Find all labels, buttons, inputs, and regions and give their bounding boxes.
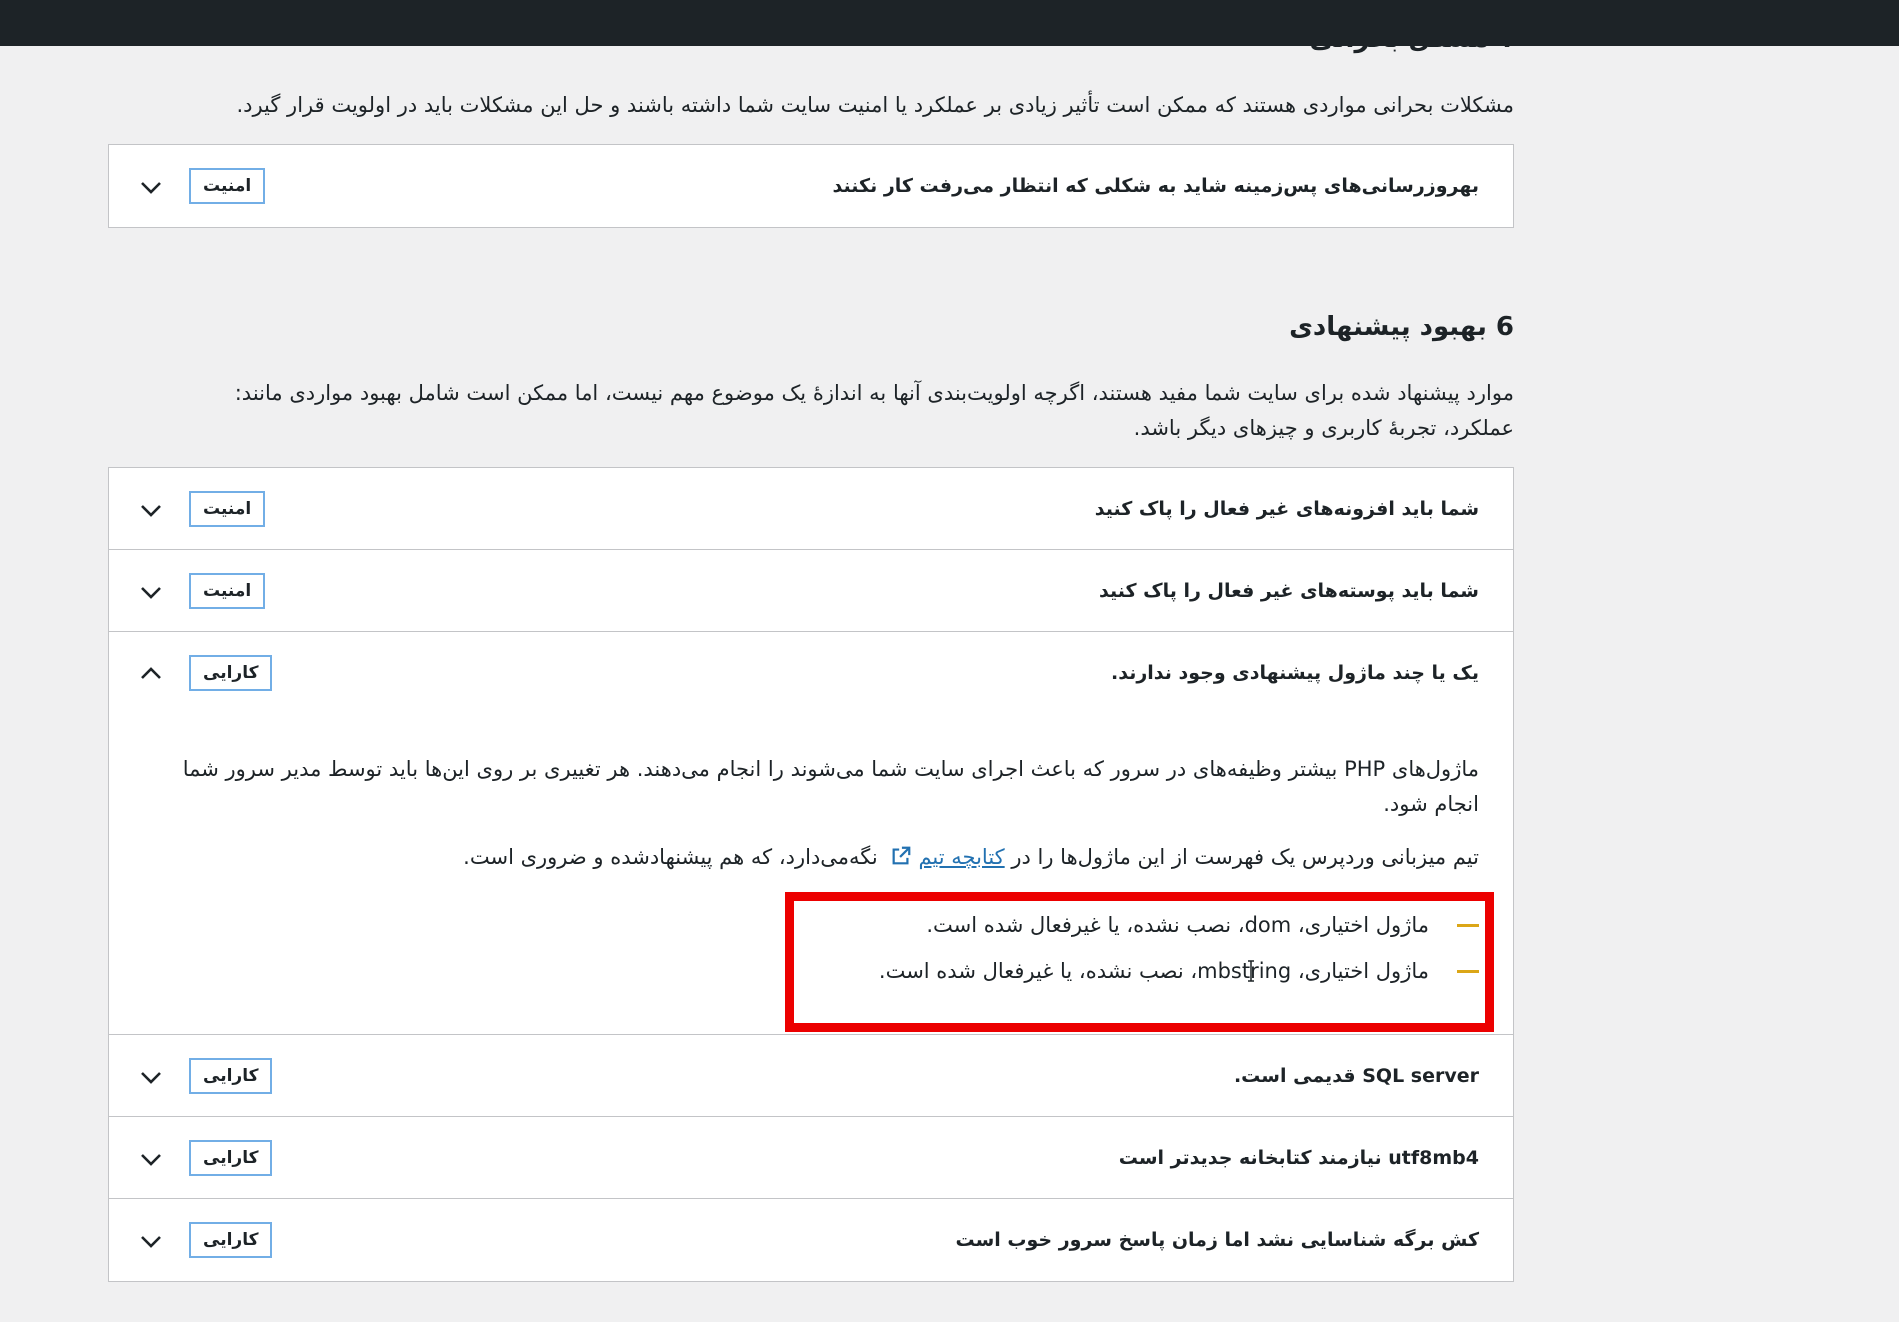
critical-issues-description: مشکلات بحرانی مواردی هستند که ممکن است ت… — [236, 93, 1514, 117]
recommended-improvements-title: 6 بهبود پیشنهادی — [1289, 312, 1514, 342]
issue-title: utf8mb4 نیازمند کتابخانه جدیدتر است — [1118, 1147, 1479, 1169]
badge-performance: کارایی — [189, 655, 273, 691]
badge-security: امنیت — [189, 491, 266, 527]
badge-performance: کارایی — [189, 1222, 273, 1258]
chevron-up-icon[interactable] — [139, 662, 163, 686]
missing-modules-details: ماژول‌های PHP بیشتر وظیفه‌های در سرور که… — [109, 714, 1513, 1035]
red-highlight-box — [785, 892, 1494, 1032]
handbook-paragraph: تیم میزبانی وردپرس یک فهرست از این ماژول… — [463, 845, 1479, 869]
critical-issues-heading: ۱ مشکل بحرانی — [1309, 46, 1514, 54]
issue-item-inactive-plugins[interactable]: شما باید افزونه‌های غیر فعال را پاک کنید… — [109, 468, 1513, 550]
badge-performance: کارایی — [189, 1058, 273, 1094]
badge-security: امنیت — [189, 168, 266, 204]
issue-title: یک یا چند ماژول پیشنهادی وجود ندارند. — [1111, 662, 1479, 684]
issue-title: بهروزرسانی‌های پس‌زمینه شاید به شکلی که … — [832, 175, 1479, 197]
issue-item-page-cache[interactable]: کش برگه شناسایی نشد اما زمان پاسخ سرور خ… — [109, 1199, 1513, 1281]
issue-item-background-updates[interactable]: بهروزرسانی‌های پس‌زمینه شاید به شکلی که … — [109, 145, 1513, 227]
issue-item-sql-server[interactable]: SQL server قدیمی است. کارایی — [109, 1035, 1513, 1117]
critical-heading-clip: ۱ مشکل بحرانی — [108, 46, 1514, 66]
text-cursor-icon — [1248, 960, 1254, 982]
admin-top-bar — [0, 0, 1899, 46]
chevron-down-icon[interactable] — [139, 580, 163, 604]
issue-title: شما باید پوسته‌های غیر فعال را پاک کنید — [1098, 580, 1479, 602]
chevron-down-icon[interactable] — [139, 175, 163, 199]
issue-title: شما باید افزونه‌های غیر فعال را پاک کنید — [1094, 498, 1479, 520]
critical-issues-list: بهروزرسانی‌های پس‌زمینه شاید به شکلی که … — [108, 144, 1514, 228]
issue-item-inactive-themes[interactable]: شما باید پوسته‌های غیر فعال را پاک کنید … — [109, 550, 1513, 632]
issue-item-utf8mb4[interactable]: utf8mb4 نیازمند کتابخانه جدیدتر است کارا… — [109, 1117, 1513, 1199]
chevron-down-icon[interactable] — [139, 1065, 163, 1089]
modules-paragraph: ماژول‌های PHP بیشتر وظیفه‌های در سرور که… — [182, 757, 1479, 816]
recommended-improvements-description: موارد پیشنهاد شده برای سایت شما مفید هست… — [234, 381, 1514, 440]
issue-title: SQL server قدیمی است. — [1233, 1065, 1479, 1087]
issue-title: کش برگه شناسایی نشد اما زمان پاسخ سرور خ… — [955, 1229, 1479, 1251]
recommended-improvements-list: شما باید افزونه‌های غیر فعال را پاک کنید… — [108, 467, 1514, 1282]
team-handbook-link[interactable]: کتابچه تیم — [918, 845, 1004, 869]
badge-performance: کارایی — [189, 1140, 273, 1176]
badge-security: امنیت — [189, 573, 266, 609]
issue-item-missing-modules[interactable]: یک یا چند ماژول پیشنهادی وجود ندارند. کا… — [109, 632, 1513, 714]
chevron-down-icon[interactable] — [139, 1147, 163, 1171]
chevron-down-icon[interactable] — [139, 498, 163, 522]
external-link-icon[interactable] — [890, 845, 912, 867]
chevron-down-icon[interactable] — [139, 1229, 163, 1253]
